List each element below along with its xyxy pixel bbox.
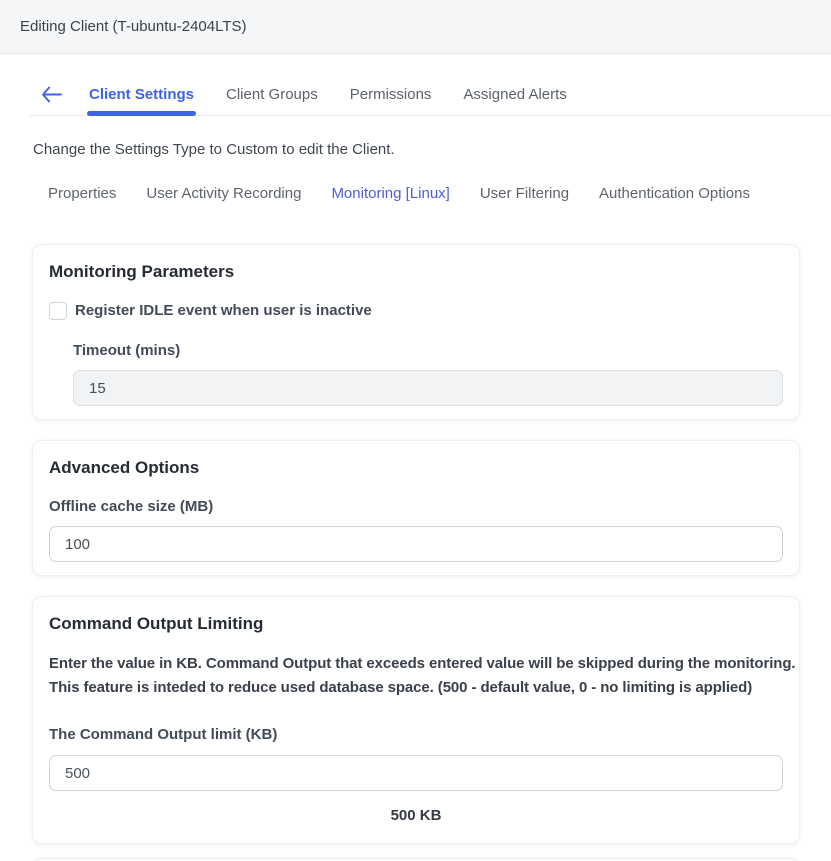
tab-client-settings[interactable]: Client Settings xyxy=(89,86,194,103)
timeout-input xyxy=(73,370,783,406)
idle-event-checkbox-row: Register IDLE event when user is inactiv… xyxy=(49,302,783,320)
subtab-bar: Properties User Activity Recording Monit… xyxy=(48,185,831,202)
tab-permissions[interactable]: Permissions xyxy=(350,86,432,103)
subtab-user-activity-recording[interactable]: User Activity Recording xyxy=(146,185,301,202)
idle-event-checkbox[interactable] xyxy=(49,302,67,320)
settings-panel: Monitoring Parameters Register IDLE even… xyxy=(32,244,800,861)
command-output-limit-label: The Command Output limit (KB) xyxy=(49,726,783,743)
offline-cache-label: Offline cache size (MB) xyxy=(49,498,783,515)
timeout-label: Timeout (mins) xyxy=(73,342,783,359)
arrow-left-icon xyxy=(41,86,62,103)
tab-assigned-alerts[interactable]: Assigned Alerts xyxy=(463,86,566,103)
offline-cache-input[interactable] xyxy=(49,526,783,562)
card-title-advanced-options: Advanced Options xyxy=(49,457,783,478)
timeout-field-group: Timeout (mins) xyxy=(73,342,783,406)
command-output-limiting-card: Command Output Limiting Enter the value … xyxy=(32,596,800,844)
description-line-2: This feature is inteded to reduce used d… xyxy=(49,676,783,700)
card-title-command-output-limiting: Command Output Limiting xyxy=(49,613,783,634)
page-title: Editing Client (T-ubuntu-2404LTS) xyxy=(20,18,247,35)
subtab-authentication-options[interactable]: Authentication Options xyxy=(599,185,750,202)
limit-value-display: 500 KB xyxy=(49,807,783,825)
monitoring-parameters-card: Monitoring Parameters Register IDLE even… xyxy=(32,244,800,420)
subtab-properties[interactable]: Properties xyxy=(48,185,116,202)
settings-type-notice: Change the Settings Type to Custom to ed… xyxy=(33,141,801,158)
description-line-1: Enter the value in KB. Command Output th… xyxy=(49,652,783,676)
window-header: Editing Client (T-ubuntu-2404LTS) xyxy=(0,0,831,54)
tab-client-groups[interactable]: Client Groups xyxy=(226,86,318,103)
back-button[interactable] xyxy=(41,86,62,103)
idle-event-checkbox-label: Register IDLE event when user is inactiv… xyxy=(75,302,372,320)
command-output-description: Enter the value in KB. Command Output th… xyxy=(49,652,783,700)
command-output-limit-input[interactable] xyxy=(49,755,783,791)
card-title-monitoring-parameters: Monitoring Parameters xyxy=(49,261,783,282)
tab-bar: Client Settings Client Groups Permission… xyxy=(30,54,831,116)
subtab-user-filtering[interactable]: User Filtering xyxy=(480,185,569,202)
subtab-monitoring-linux[interactable]: Monitoring [Linux] xyxy=(331,185,449,202)
tab-list: Client Settings Client Groups Permission… xyxy=(89,86,567,103)
advanced-options-card: Advanced Options Offline cache size (MB) xyxy=(32,440,800,576)
